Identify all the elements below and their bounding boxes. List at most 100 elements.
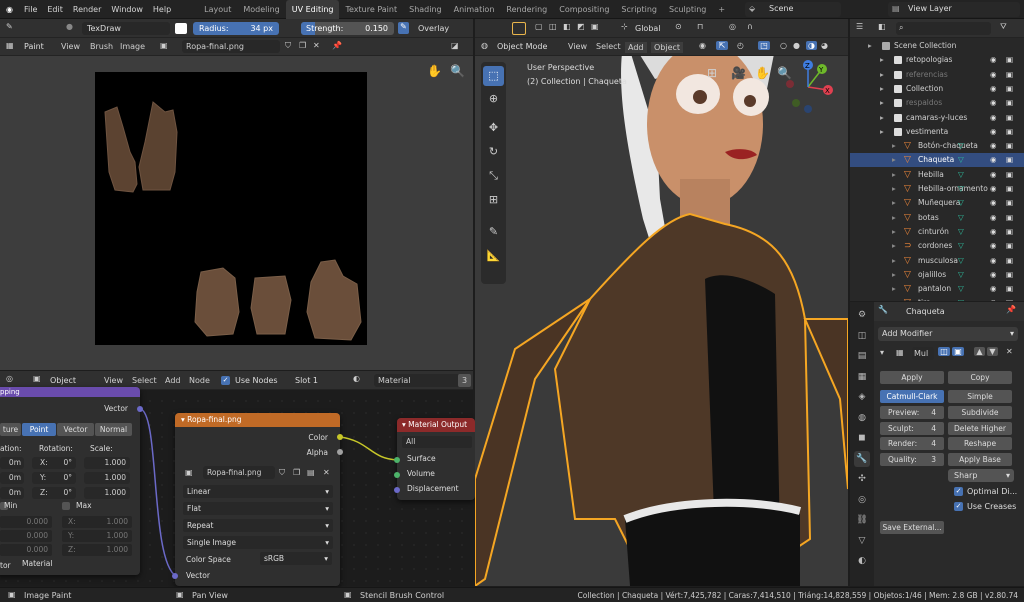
output-target-dropdown[interactable]: All bbox=[402, 436, 472, 448]
min-field[interactable]: 0.000 bbox=[0, 530, 52, 542]
expand-icon[interactable]: ▸ bbox=[880, 96, 884, 110]
paint-mode-dropdown[interactable]: Paint bbox=[24, 42, 44, 51]
output-tab-icon[interactable]: ▤ bbox=[854, 348, 870, 364]
copy-button[interactable]: Copy bbox=[948, 371, 1012, 384]
eye-icon[interactable]: ◉ bbox=[990, 225, 997, 239]
rotation-field[interactable]: Y: 0° bbox=[32, 472, 76, 484]
material-output-node[interactable]: ▾ Material Output All Surface Volume Displ… bbox=[394, 418, 475, 500]
camera-icon[interactable]: ▣ bbox=[1006, 125, 1013, 139]
tab-texture[interactable]: ture bbox=[0, 423, 21, 436]
tool-tab-icon[interactable]: ⚙ bbox=[854, 307, 870, 323]
modifier-tab-icon[interactable]: 🔧 bbox=[854, 450, 870, 467]
image-browse-icon[interactable]: ▣ bbox=[185, 468, 193, 477]
duplicate-icon[interactable]: ❐ bbox=[299, 41, 306, 50]
scale-field[interactable]: 1.000 bbox=[84, 472, 130, 484]
optimal-display-checkbox[interactable]: ✓ bbox=[954, 487, 963, 496]
expand-icon[interactable]: ▸ bbox=[892, 282, 896, 296]
outliner-item[interactable]: ▸ ▽ pantalon ◉ ▣ ▽ bbox=[850, 282, 1024, 296]
remove-modifier-icon[interactable]: ✕ bbox=[1006, 347, 1013, 356]
rotation-field[interactable]: X: 0° bbox=[32, 457, 76, 469]
texture-canvas[interactable] bbox=[95, 72, 367, 345]
camera-icon[interactable]: ▣ bbox=[1006, 96, 1013, 110]
alpha-socket[interactable] bbox=[337, 449, 343, 455]
strength-field[interactable]: Strength: 0.150 bbox=[301, 22, 394, 35]
use-creases-checkbox[interactable]: ✓ bbox=[954, 502, 963, 511]
add-workspace-button[interactable]: + bbox=[712, 0, 731, 19]
max-field[interactable]: Y: 1.000 bbox=[62, 530, 132, 542]
viewport-editor-icon[interactable]: ◍ bbox=[481, 41, 488, 50]
location-field[interactable]: 0m bbox=[0, 487, 24, 499]
camera-icon[interactable]: ▣ bbox=[1006, 254, 1013, 268]
overlay-toggle-icon[interactable]: ◴ bbox=[737, 41, 744, 50]
brush-name-field[interactable]: TexDraw bbox=[82, 22, 170, 35]
menu-window[interactable]: Window bbox=[106, 0, 148, 19]
mapping-node[interactable]: pping Vector ture Point Vector Normal at… bbox=[0, 387, 143, 575]
projection-dropdown[interactable]: Flat ▾ bbox=[183, 502, 333, 515]
display-mode-icon[interactable]: ◧ bbox=[878, 22, 886, 31]
material-shading-icon[interactable]: ◑ bbox=[806, 41, 817, 50]
vector-input-socket[interactable] bbox=[172, 573, 178, 579]
image-browse-icon[interactable]: ▣ bbox=[160, 41, 168, 50]
viewport-select-menu[interactable]: Select bbox=[596, 42, 621, 51]
menu-help[interactable]: Help bbox=[148, 0, 176, 19]
node-image-field[interactable]: Ropa-final.png bbox=[203, 466, 275, 479]
filter-icon[interactable]: ⛛ bbox=[1000, 22, 1007, 32]
eye-icon[interactable]: ◉ bbox=[990, 153, 997, 167]
constraints-tab-icon[interactable]: ⛓ bbox=[854, 512, 870, 528]
eye-icon[interactable]: ◉ bbox=[990, 111, 997, 125]
tab-scripting[interactable]: Scripting bbox=[615, 0, 663, 19]
annotate-tool-icon[interactable]: ✎ bbox=[483, 222, 504, 242]
location-field[interactable]: 0m bbox=[0, 457, 24, 469]
brush-mode-icon[interactable]: ● bbox=[66, 22, 73, 31]
level-field[interactable]: Sculpt: 4 bbox=[880, 421, 944, 435]
camera-icon[interactable]: ▣ bbox=[1006, 139, 1013, 153]
outliner-item[interactable]: ▸ referencias ◉ ▣ bbox=[850, 68, 1024, 82]
measure-tool-icon[interactable]: 📐 bbox=[483, 246, 504, 266]
zoom-icon[interactable]: 🔍 bbox=[777, 66, 792, 80]
tab-shading[interactable]: Shading bbox=[403, 0, 448, 19]
catmull-clark-button[interactable]: Catmull-Clark bbox=[880, 390, 944, 403]
camera-icon[interactable]: ▣ bbox=[1006, 268, 1013, 282]
image-name-field[interactable]: Ropa-final.png bbox=[182, 40, 280, 53]
overlay-dropdown[interactable]: Overlay bbox=[413, 22, 469, 35]
camera-icon[interactable]: ▣ bbox=[1006, 196, 1013, 210]
displacement-socket[interactable] bbox=[394, 487, 400, 493]
image-menu[interactable]: Image bbox=[120, 42, 145, 51]
outliner-item[interactable]: ▸ ⊃ cordones ◉ ▣ ▽ bbox=[850, 239, 1024, 253]
proportional-edit-icon[interactable]: ◎ bbox=[729, 22, 736, 31]
select-box-tool-icon[interactable]: ⬚ bbox=[483, 66, 504, 86]
apply-base-button[interactable]: Apply Base bbox=[948, 452, 1012, 466]
source-dropdown[interactable]: Single Image ▾ bbox=[183, 536, 333, 549]
fake-user-icon[interactable]: ⛉ bbox=[285, 41, 291, 51]
outliner-item[interactable]: ▸ ▽ Muñequera ◉ ▣ ▽ bbox=[850, 196, 1024, 210]
camera-view-icon[interactable]: 🎥 bbox=[731, 66, 746, 80]
eye-icon[interactable]: ◉ bbox=[990, 268, 997, 282]
wireframe-shading-icon[interactable]: ○ bbox=[780, 41, 787, 50]
view-layer-selector[interactable]: ▤ View Layer bbox=[888, 2, 1020, 17]
eye-icon[interactable]: ◉ bbox=[990, 211, 997, 225]
camera-icon[interactable]: ▣ bbox=[1006, 282, 1013, 296]
outliner-item[interactable]: ▸ ▽ tira ◉ ▣ ▽ bbox=[850, 296, 1024, 301]
outliner-item[interactable]: ▸ ▽ Botón-chaqueta ◉ ▣ ▽ bbox=[850, 139, 1024, 153]
camera-icon[interactable]: ▣ bbox=[1006, 53, 1013, 67]
snap-icon[interactable]: ⊓ bbox=[697, 22, 703, 31]
solid-shading-icon[interactable]: ● bbox=[793, 41, 800, 50]
outliner-editor-icon[interactable]: ☰ bbox=[856, 22, 863, 31]
tab-layout[interactable]: Layout bbox=[198, 0, 237, 19]
pin-icon[interactable]: 📌 bbox=[1006, 305, 1016, 314]
data-tab-icon[interactable]: ▽ bbox=[854, 533, 870, 549]
viewport-object-menu[interactable]: Object bbox=[651, 42, 684, 53]
outliner-item[interactable]: ▸ ▽ Hebilla-ornamento ◉ ▣ ▽ bbox=[850, 182, 1024, 196]
expand-icon[interactable]: ▸ bbox=[880, 111, 884, 125]
expand-icon[interactable]: ▸ bbox=[892, 211, 896, 225]
expand-icon[interactable]: ▸ bbox=[892, 182, 896, 196]
eye-icon[interactable]: ◉ bbox=[990, 82, 997, 96]
outliner-item[interactable]: ▸ ▽ cinturón ◉ ▣ ▽ bbox=[850, 225, 1024, 239]
select-box-icon[interactable] bbox=[512, 22, 526, 35]
camera-icon[interactable]: ▣ bbox=[1006, 111, 1013, 125]
outliner-item[interactable]: ▸ camaras-y-luces ◉ ▣ bbox=[850, 111, 1024, 125]
tab-rendering[interactable]: Rendering bbox=[500, 0, 553, 19]
expand-icon[interactable]: ▸ bbox=[880, 82, 884, 96]
simple-button[interactable]: Simple bbox=[948, 390, 1012, 403]
max-field[interactable]: X: 1.000 bbox=[62, 516, 132, 528]
